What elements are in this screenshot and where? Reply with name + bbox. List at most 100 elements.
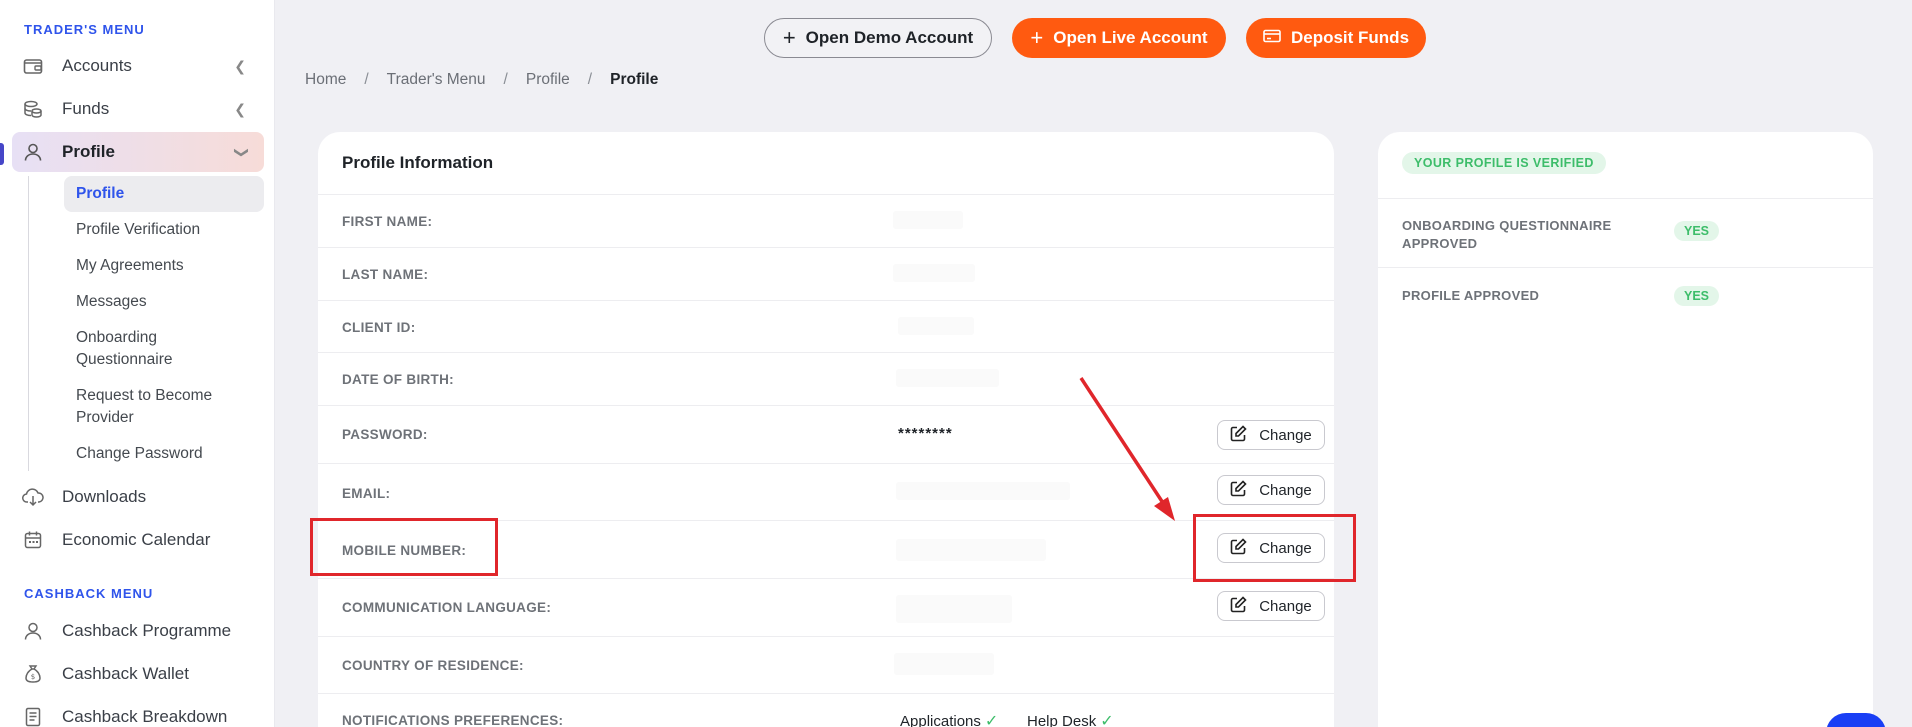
open-demo-account-button[interactable]: + Open Demo Account: [764, 18, 992, 58]
verification-label: PROFILE APPROVED: [1402, 288, 1540, 303]
field-label: DATE OF BIRTH:: [342, 372, 454, 387]
notification-helpdesk: Help Desk ✓: [1027, 711, 1114, 727]
field-label: CLIENT ID:: [342, 320, 416, 335]
money-bag-icon: $: [22, 663, 44, 685]
breadcrumb-traders-menu[interactable]: Trader's Menu: [387, 71, 486, 89]
verification-label: ONBOARDING QUESTIONNAIRE APPROVED: [1402, 218, 1612, 251]
sidebar-subitem-profile[interactable]: Profile: [64, 176, 264, 212]
sidebar-subitem-messages[interactable]: Messages: [64, 291, 264, 313]
sidebar-item-cashback-wallet[interactable]: $ Cashback Wallet: [12, 654, 264, 694]
sidebar-item-label: Funds: [62, 99, 110, 118]
sidebar-subitem-request-provider[interactable]: Request to Become Provider: [64, 385, 224, 429]
verified-badge: YOUR PROFILE IS VERIFIED: [1402, 152, 1606, 174]
verification-row-profile-approved: PROFILE APPROVED YES: [1378, 267, 1873, 321]
edit-icon: [1230, 424, 1247, 446]
calendar-icon: [22, 529, 44, 551]
sidebar-subitem-onboarding-questionnaire[interactable]: Onboarding Questionnaire: [64, 327, 214, 371]
notification-label: Help Desk: [1027, 713, 1097, 727]
field-label: PASSWORD:: [342, 427, 428, 442]
sidebar-item-economic-calendar[interactable]: Economic Calendar: [12, 520, 264, 560]
chat-widget-button[interactable]: [1826, 713, 1886, 727]
edit-icon: [1230, 595, 1247, 617]
credit-card-icon: [1263, 28, 1281, 48]
status-badge: YES: [1674, 286, 1720, 306]
annotation-box-change-button: [1193, 514, 1356, 582]
deposit-funds-button[interactable]: Deposit Funds: [1246, 18, 1426, 58]
change-password-button[interactable]: Change: [1217, 420, 1325, 450]
redacted-value: [894, 653, 994, 675]
svg-text:$: $: [31, 673, 35, 681]
field-label: NOTIFICATIONS PREFERENCES:: [342, 713, 564, 727]
sidebar-item-label: Cashback Programme: [62, 621, 232, 640]
field-row-last-name: LAST NAME:: [318, 248, 1334, 301]
coins-icon: [22, 98, 44, 120]
sidebar-subitem-my-agreements[interactable]: My Agreements: [64, 255, 264, 277]
sidebar-item-cashback-programme[interactable]: Cashback Programme: [12, 611, 264, 651]
wallet-icon: [22, 55, 44, 77]
verification-row-onboarding: ONBOARDING QUESTIONNAIRE APPROVED YES: [1378, 198, 1873, 267]
field-label: LAST NAME:: [342, 267, 429, 282]
change-label: Change: [1259, 597, 1312, 615]
sidebar-item-downloads[interactable]: Downloads: [12, 477, 264, 517]
breadcrumb-separator: /: [587, 71, 593, 88]
notification-label: Applications: [900, 713, 981, 727]
plus-icon: +: [782, 25, 796, 50]
sidebar-subitem-change-password[interactable]: Change Password: [64, 443, 264, 465]
sidebar-item-label: Cashback Wallet: [62, 664, 189, 683]
notification-applications: Applications ✓: [900, 711, 998, 727]
password-value: ********: [898, 425, 953, 442]
check-icon: ✓: [984, 713, 999, 727]
change-label: Change: [1259, 426, 1312, 444]
sidebar-item-label: Cashback Breakdown: [62, 707, 228, 726]
field-row-notifications: NOTIFICATIONS PREFERENCES: Applications ✓…: [318, 694, 1334, 727]
breadcrumb-profile[interactable]: Profile: [526, 71, 570, 89]
cashback-menu-title: CASHBACK MENU: [24, 586, 154, 601]
profile-information-card: Profile Information FIRST NAME: LAST NAM…: [318, 132, 1334, 727]
field-row-date-of-birth: DATE OF BIRTH:: [318, 353, 1334, 406]
field-row-communication-language: COMMUNICATION LANGUAGE: Change: [318, 579, 1334, 637]
edit-icon: [1230, 479, 1247, 501]
sidebar-subitem-profile-verification[interactable]: Profile Verification: [64, 219, 264, 241]
chevron-left-icon: ❮: [234, 100, 246, 117]
field-label: COUNTRY OF RESIDENCE:: [342, 658, 524, 673]
open-demo-account-label: Open Demo Account: [805, 28, 974, 47]
breadcrumb-current: Profile: [610, 71, 659, 88]
check-icon: ✓: [1100, 713, 1114, 727]
change-email-button[interactable]: Change: [1217, 475, 1325, 505]
traders-menu-title: TRADER'S MENU: [24, 22, 145, 37]
breadcrumb-separator: /: [503, 71, 508, 88]
field-row-first-name: FIRST NAME:: [318, 196, 1334, 248]
deposit-funds-label: Deposit Funds: [1290, 28, 1410, 47]
redacted-value: [896, 595, 1012, 623]
plus-icon: +: [1030, 25, 1044, 50]
submenu-line: [28, 176, 29, 471]
receipt-icon: [22, 706, 44, 727]
user-icon: [22, 620, 44, 642]
breadcrumb-home[interactable]: Home: [305, 71, 346, 89]
redacted-value: [893, 211, 963, 229]
sidebar-item-accounts[interactable]: Accounts ❮: [12, 46, 264, 86]
cloud-download-icon: [22, 486, 44, 508]
sidebar-item-profile[interactable]: Profile ❮: [12, 132, 264, 172]
field-label: FIRST NAME:: [342, 214, 433, 229]
field-row-country-of-residence: COUNTRY OF RESIDENCE:: [318, 637, 1334, 694]
sidebar-item-label: Downloads: [62, 487, 147, 506]
sidebar-item-cashback-breakdown[interactable]: Cashback Breakdown: [12, 697, 264, 727]
sidebar-item-label: Profile: [62, 142, 115, 161]
sidebar-item-funds[interactable]: Funds ❮: [12, 89, 264, 129]
field-row-client-id: CLIENT ID:: [318, 301, 1334, 353]
sidebar: TRADER'S MENU Accounts ❮ Funds ❮ Profile…: [0, 0, 275, 727]
card-title: Profile Information: [318, 132, 1334, 195]
field-row-email: EMAIL: Change: [318, 464, 1334, 521]
redacted-value: [898, 317, 974, 335]
active-indicator: [0, 143, 4, 165]
open-live-account-button[interactable]: + Open Live Account: [1012, 18, 1226, 58]
breadcrumb-separator: /: [364, 71, 369, 88]
annotation-box-mobile-label: [310, 518, 498, 576]
redacted-value: [896, 482, 1070, 500]
change-language-button[interactable]: Change: [1217, 591, 1325, 621]
chevron-left-icon: ❮: [234, 57, 246, 74]
field-label: EMAIL:: [342, 486, 391, 501]
redacted-value: [896, 539, 1046, 561]
change-label: Change: [1259, 481, 1312, 499]
